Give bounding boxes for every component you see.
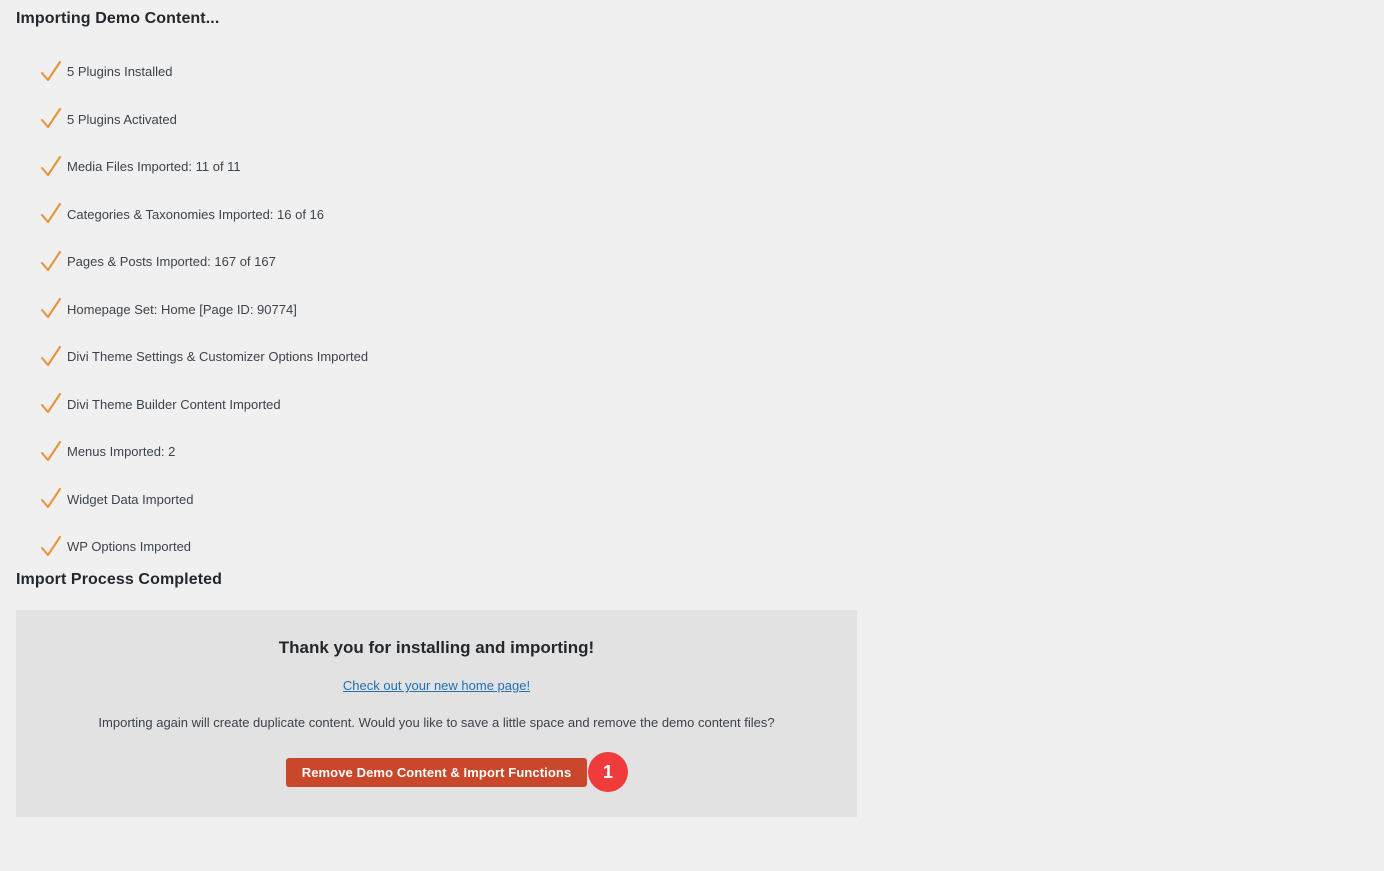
panel-note: Importing again will create duplicate co…: [98, 715, 775, 731]
orange-check-icon: [40, 60, 62, 84]
list-item-label: Divi Theme Builder Content Imported: [67, 396, 281, 412]
panel-action-row: Remove Demo Content & Import Functions 1: [16, 752, 857, 793]
list-item: Media Files Imported: 11 of 11: [0, 143, 900, 191]
list-item: 5 Plugins Activated: [0, 96, 900, 144]
orange-check-icon: [40, 440, 62, 464]
panel-heading: Thank you for installing and importing!: [278, 638, 595, 657]
list-item-label: Pages & Posts Imported: 167 of 167: [67, 254, 276, 269]
list-item-label: WP Options Imported: [67, 539, 192, 554]
list-item: Divi Theme Builder Content Imported: [0, 381, 900, 429]
orange-check-icon: [40, 297, 62, 321]
list-item-label: 5 Plugins Activated: [67, 111, 177, 127]
orange-check-icon: [40, 535, 62, 559]
orange-check-icon: [40, 202, 62, 226]
list-item: Widget Data Imported: [0, 476, 900, 524]
page-title: Importing Demo Content...: [16, 10, 220, 27]
list-item: Divi Theme Settings & Customizer Options…: [0, 333, 900, 381]
orange-check-icon: [40, 250, 62, 274]
list-item: Menus Imported: 2: [0, 428, 900, 476]
orange-check-icon: [40, 487, 62, 511]
home-page-link[interactable]: Check out your new home page!: [343, 678, 530, 693]
list-item: Homepage Set: Home [Page ID: 90774]: [0, 286, 900, 334]
orange-check-icon: [40, 345, 62, 369]
list-item: Pages & Posts Imported: 167 of 167: [0, 238, 900, 286]
list-item-label: Widget Data Imported: [67, 491, 194, 507]
step-badge: 1: [588, 752, 628, 793]
list-item-label: 5 Plugins Installed: [67, 64, 173, 79]
list-item: Categories & Taxonomies Imported: 16 of …: [0, 191, 900, 239]
list-item: WP Options Imported: [0, 523, 900, 571]
import-completed-title: Import Process Completed: [16, 571, 223, 588]
list-item: 5 Plugins Installed: [0, 48, 900, 96]
import-progress-list: 5 Plugins Installed 5 Plugins Activated …: [0, 48, 900, 571]
list-item-label: Categories & Taxonomies Imported: 16 of …: [67, 206, 325, 222]
orange-check-icon: [40, 107, 62, 131]
orange-check-icon: [40, 155, 62, 179]
list-item-label: Media Files Imported: 11 of 11: [67, 159, 241, 174]
list-item-label: Divi Theme Settings & Customizer Options…: [67, 349, 369, 364]
panel-link-row: Check out your new home page!: [16, 677, 857, 695]
list-item-label: Homepage Set: Home [Page ID: 90774]: [67, 301, 297, 317]
import-demo-content-page: Importing Demo Content... 5 Plugins Inst…: [0, 0, 1384, 871]
orange-check-icon: [40, 392, 62, 416]
completion-panel: Thank you for installing and importing! …: [16, 610, 857, 817]
remove-demo-content-button[interactable]: Remove Demo Content & Import Functions: [285, 758, 588, 788]
list-item-label: Menus Imported: 2: [67, 444, 176, 459]
